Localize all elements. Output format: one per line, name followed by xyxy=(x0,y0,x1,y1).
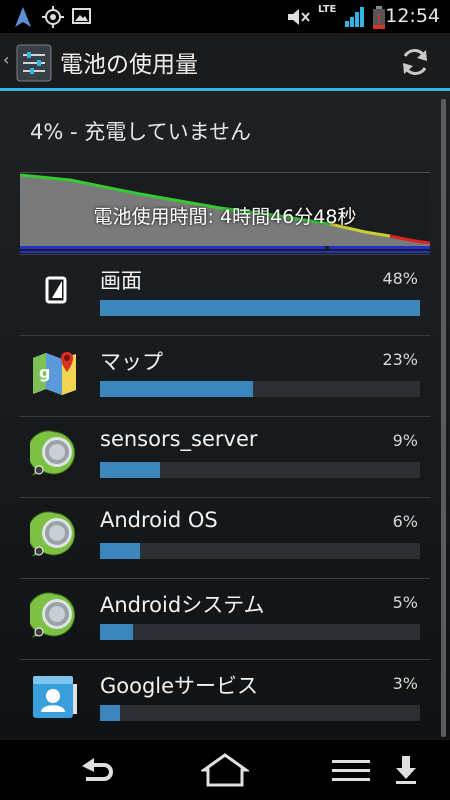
refresh-icon[interactable] xyxy=(398,45,432,79)
usage-bar xyxy=(100,543,420,559)
usage-bar-fill xyxy=(100,462,160,478)
battery-status: 4% - 充電していません xyxy=(30,120,251,144)
usage-bar xyxy=(100,300,420,316)
android-system-icon xyxy=(30,592,76,638)
battery-icon: ! xyxy=(373,6,385,29)
item-name: 画面 xyxy=(100,269,142,293)
usage-bar xyxy=(100,624,420,640)
item-percent: 23% xyxy=(382,350,418,369)
svg-text:!: ! xyxy=(376,12,381,26)
chevron-left-icon[interactable]: ‹ xyxy=(3,50,9,69)
signal-icon xyxy=(345,7,364,27)
scrollbar[interactable] xyxy=(441,99,446,737)
item-name: Android OS xyxy=(100,508,218,532)
clock: 12:54 xyxy=(385,5,440,27)
item-percent: 3% xyxy=(392,674,418,693)
item-name: マップ xyxy=(100,350,163,374)
settings-icon[interactable] xyxy=(16,44,52,82)
image-icon xyxy=(72,8,91,24)
usage-bar xyxy=(100,462,420,478)
android-system-icon xyxy=(30,430,76,476)
maps-icon: g xyxy=(33,352,76,395)
item-percent: 5% xyxy=(392,593,418,612)
usage-bar-fill xyxy=(100,381,254,397)
menu-icon[interactable] xyxy=(330,752,372,788)
download-icon[interactable] xyxy=(393,752,419,788)
item-percent: 9% xyxy=(392,431,418,450)
back-icon[interactable] xyxy=(76,752,120,788)
screen-icon xyxy=(45,276,67,304)
navigation-icon xyxy=(15,7,31,27)
mute-icon xyxy=(288,9,310,25)
list-item[interactable]: Android OS 6% xyxy=(20,497,430,578)
svg-text:g: g xyxy=(39,363,50,382)
gps-icon xyxy=(42,6,64,28)
contacts-icon xyxy=(33,676,77,718)
item-name: Googleサービス xyxy=(100,674,259,698)
item-percent: 6% xyxy=(392,512,418,531)
page-title: 電池の使用量 xyxy=(60,52,198,78)
item-percent: 48% xyxy=(382,269,418,288)
list-item[interactable]: 画面 48% xyxy=(20,254,430,335)
list-item[interactable]: sensors_server 9% xyxy=(20,416,430,497)
usage-bar-fill xyxy=(100,543,140,559)
list-item[interactable]: Androidシステム 5% xyxy=(20,578,430,659)
item-name: sensors_server xyxy=(100,427,258,451)
usage-bar-fill xyxy=(100,705,120,721)
usage-bar-fill xyxy=(100,624,134,640)
battery-usage-time: 電池使用時間: 4時間46分48秒 xyxy=(93,206,357,228)
network-type-label: LTE xyxy=(318,4,337,15)
usage-bar-fill xyxy=(100,300,420,316)
list-item[interactable]: g マップ 23% xyxy=(20,335,430,416)
home-icon[interactable] xyxy=(201,752,249,788)
item-name: Androidシステム xyxy=(100,593,265,617)
android-system-icon xyxy=(30,511,76,557)
list-item[interactable]: Googleサービス 3% xyxy=(20,659,430,740)
usage-bar xyxy=(100,381,420,397)
usage-bar xyxy=(100,705,420,721)
